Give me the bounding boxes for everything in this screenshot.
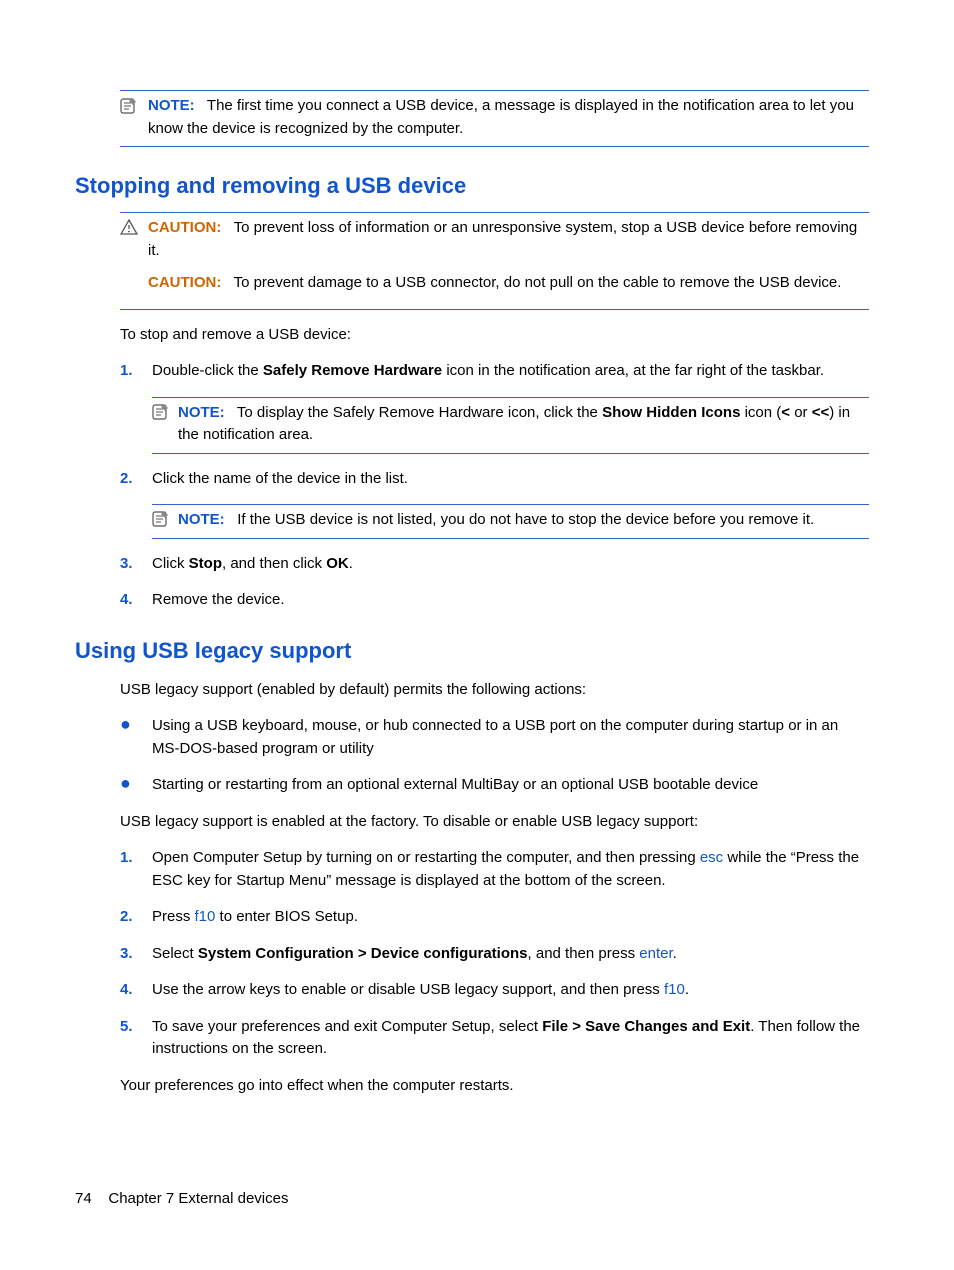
note-text: The first time you connect a USB device,…: [148, 97, 854, 137]
page-footer: 74 Chapter 7 External devices: [75, 1188, 288, 1211]
steps-list-1c: 3. Click Stop, and then click OK. 4. Rem…: [120, 553, 869, 612]
steps-list-1b: 2. Click the name of the device in the l…: [120, 468, 869, 491]
note-icon: [120, 97, 138, 115]
intro-paragraph: To stop and remove a USB device:: [120, 324, 869, 347]
steps-list-2: 1. Open Computer Setup by turning on or …: [120, 847, 869, 1061]
step-number: 3.: [120, 943, 138, 966]
closing-paragraph: Your preferences go into effect when the…: [120, 1075, 869, 1098]
list-item: 2. Press f10 to enter BIOS Setup.: [120, 906, 869, 929]
note-text: If the USB device is not listed, you do …: [237, 511, 814, 528]
step-text: To save your preferences and exit Comput…: [152, 1016, 869, 1061]
bullet-icon: ●: [120, 774, 138, 797]
step-text: Open Computer Setup by turning on or res…: [152, 847, 869, 892]
bullet-icon: ●: [120, 715, 138, 760]
note-icon: [152, 403, 170, 421]
list-item: 1. Open Computer Setup by turning on or …: [120, 847, 869, 892]
list-item: ● Starting or restarting from an optiona…: [120, 774, 869, 797]
caution-2: CAUTION: To prevent damage to a USB conn…: [148, 272, 869, 295]
step-number: 1.: [120, 360, 138, 383]
note-callout-inner-2: NOTE: If the USB device is not listed, y…: [152, 504, 869, 539]
steps-list-1: 1. Double-click the Safely Remove Hardwa…: [120, 360, 869, 383]
bullet-list: ● Using a USB keyboard, mouse, or hub co…: [120, 715, 869, 797]
step-number: 3.: [120, 553, 138, 576]
note-label: NOTE:: [178, 404, 225, 421]
step-text: Use the arrow keys to enable or disable …: [152, 979, 869, 1002]
list-item: 4. Remove the device.: [120, 589, 869, 612]
step-number: 2.: [120, 468, 138, 491]
step-text: Click the name of the device in the list…: [152, 468, 869, 491]
note-body: NOTE: If the USB device is not listed, y…: [178, 509, 869, 532]
note-label: NOTE:: [148, 97, 195, 114]
list-item: 1. Double-click the Safely Remove Hardwa…: [120, 360, 869, 383]
list-item: 5. To save your preferences and exit Com…: [120, 1016, 869, 1061]
bullet-text: Starting or restarting from an optional …: [152, 774, 869, 797]
caution-body: CAUTION: To prevent loss of information …: [148, 217, 869, 309]
bullet-text: Using a USB keyboard, mouse, or hub conn…: [152, 715, 869, 760]
intro-paragraph-2: USB legacy support (enabled by default) …: [120, 679, 869, 702]
note-body: NOTE: To display the Safely Remove Hardw…: [178, 402, 869, 447]
step-text: Click Stop, and then click OK.: [152, 553, 869, 576]
step-text: Press f10 to enter BIOS Setup.: [152, 906, 869, 929]
chapter-label: Chapter 7 External devices: [108, 1190, 288, 1207]
list-item: ● Using a USB keyboard, mouse, or hub co…: [120, 715, 869, 760]
caution-callout: CAUTION: To prevent loss of information …: [120, 212, 869, 309]
callout-bottom-border: [120, 309, 869, 310]
caution-label: CAUTION:: [148, 219, 221, 236]
heading-usb-legacy: Using USB legacy support: [75, 634, 869, 667]
step-text: Remove the device.: [152, 589, 869, 612]
list-item: 3. Select System Configuration > Device …: [120, 943, 869, 966]
step-number: 1.: [120, 847, 138, 892]
note-body: NOTE: The first time you connect a USB d…: [148, 95, 869, 140]
note-label: NOTE:: [178, 511, 225, 528]
step-number: 2.: [120, 906, 138, 929]
caution-text-2: To prevent damage to a USB connector, do…: [234, 274, 842, 291]
note-icon: [152, 510, 170, 528]
note-callout: NOTE: The first time you connect a USB d…: [120, 90, 869, 147]
step-number: 4.: [120, 979, 138, 1002]
page-number: 74: [75, 1190, 92, 1207]
step-number: 5.: [120, 1016, 138, 1061]
step-number: 4.: [120, 589, 138, 612]
list-item: 2. Click the name of the device in the l…: [120, 468, 869, 491]
step-text: Double-click the Safely Remove Hardware …: [152, 360, 869, 383]
heading-stopping-removing: Stopping and removing a USB device: [75, 169, 869, 202]
caution-icon: [120, 219, 138, 235]
caution-text: To prevent loss of information or an unr…: [148, 219, 857, 259]
caution-label-2: CAUTION:: [148, 274, 221, 291]
step-text: Select System Configuration > Device con…: [152, 943, 869, 966]
list-item: 4. Use the arrow keys to enable or disab…: [120, 979, 869, 1002]
paragraph: USB legacy support is enabled at the fac…: [120, 811, 869, 834]
list-item: 3. Click Stop, and then click OK.: [120, 553, 869, 576]
note-callout-inner-1: NOTE: To display the Safely Remove Hardw…: [152, 397, 869, 454]
